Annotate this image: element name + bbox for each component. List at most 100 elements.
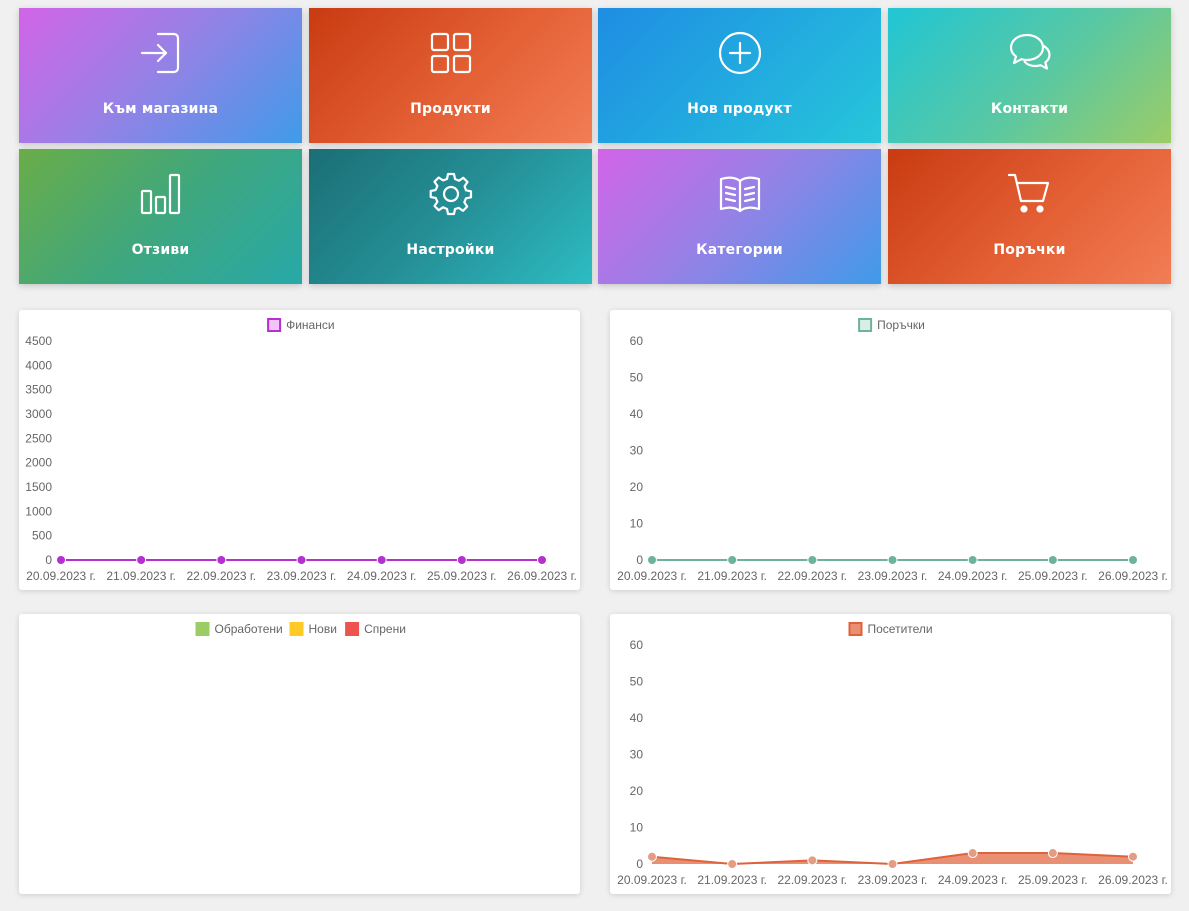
data-point xyxy=(1047,555,1058,565)
x-tick-label: 24.09.2023 г. xyxy=(938,569,1008,583)
x-tick-label: 23.09.2023 г. xyxy=(858,569,928,583)
tile-products[interactable]: Продукти xyxy=(309,8,592,143)
data-point xyxy=(647,555,657,565)
y-tick-label: 60 xyxy=(630,638,644,652)
data-point xyxy=(376,555,387,565)
data-point xyxy=(647,851,657,862)
tile-orders[interactable]: Поръчки xyxy=(888,149,1171,284)
gear-icon xyxy=(428,171,474,217)
tile-label: Контакти xyxy=(990,101,1069,117)
x-tick-label: 21.09.2023 г. xyxy=(697,873,767,887)
tile-label: Продукти xyxy=(410,101,491,117)
y-tick-label: 3500 xyxy=(25,383,52,397)
tile-reviews[interactable]: Отзиви xyxy=(19,149,302,284)
tile-categories[interactable]: Категории xyxy=(598,149,881,284)
tile-contacts[interactable]: Контакти xyxy=(888,8,1171,143)
data-point xyxy=(967,555,978,565)
y-tick-label: 2500 xyxy=(25,431,52,445)
legend-swatch xyxy=(267,318,282,332)
data-point xyxy=(727,859,738,869)
x-tick-label: 25.09.2023 г. xyxy=(1018,569,1088,583)
x-tick-label: 20.09.2023 г. xyxy=(617,569,687,583)
tile-to-store[interactable]: Към магазина xyxy=(19,8,302,143)
y-tick-label: 10 xyxy=(630,821,644,835)
y-tick-label: 2000 xyxy=(25,456,52,470)
x-tick-label: 26.09.2023 г. xyxy=(507,569,577,583)
tile-label: Нов продукт xyxy=(687,101,792,117)
y-tick-label: 20 xyxy=(630,784,644,798)
data-point xyxy=(807,855,818,866)
data-point xyxy=(296,555,307,565)
legend-swatch xyxy=(289,622,304,636)
visitors-chart: Посетители 0 10 20 30 40 50 60 20.09.2023 г. 21.0… xyxy=(617,622,1168,887)
data-point xyxy=(887,859,898,869)
x-tick-label: 25.09.2023 г. xyxy=(1018,873,1088,887)
visitors-chart-card: Посетители 0 10 20 30 40 50 60 20.09.2023 г. 21.0… xyxy=(610,614,1171,894)
y-tick-label: 0 xyxy=(45,553,52,567)
y-tick-label: 50 xyxy=(630,675,644,689)
x-tick-label: 21.09.2023 г. xyxy=(106,569,176,583)
data-point xyxy=(967,848,978,859)
y-tick-label: 3000 xyxy=(25,407,52,421)
legend-label: Нови xyxy=(309,622,337,636)
tile-label: Поръчки xyxy=(993,242,1066,258)
legend-swatch xyxy=(848,622,863,636)
grid-icon xyxy=(428,30,474,76)
legend-label: Обработени xyxy=(215,622,283,636)
y-tick-label: 30 xyxy=(630,748,644,762)
tile-label: Отзиви xyxy=(131,242,190,258)
x-tick-label: 22.09.2023 г. xyxy=(187,569,257,583)
x-tick-label: 24.09.2023 г. xyxy=(938,873,1008,887)
data-point xyxy=(537,555,547,565)
legend-label: Финанси xyxy=(286,318,334,332)
orders-chart-card: Поръчки 0 10 20 30 40 50 60 20.09.2023 г. 21.09.2… xyxy=(610,310,1171,590)
tile-label: Настройки xyxy=(406,242,495,258)
order-status-chart: Обработени Нови Спрени xyxy=(195,622,406,636)
x-tick-label: 23.09.2023 г. xyxy=(858,873,928,887)
x-tick-label: 20.09.2023 г. xyxy=(26,569,96,583)
y-tick-label: 60 xyxy=(630,334,644,348)
legend-label: Спрени xyxy=(364,622,406,636)
data-point xyxy=(136,555,147,565)
x-tick-label: 20.09.2023 г. xyxy=(617,873,687,887)
x-tick-label: 24.09.2023 г. xyxy=(347,569,417,583)
y-tick-label: 0 xyxy=(636,857,643,871)
data-point xyxy=(727,555,738,565)
shopping-cart-icon xyxy=(1007,171,1053,217)
y-tick-label: 40 xyxy=(630,711,644,725)
y-tick-label: 0 xyxy=(636,553,643,567)
bar-chart-icon xyxy=(138,171,184,217)
finance-chart: Финанси 0 500 1000 1500 2000 2500 3000 3500 4000 4… xyxy=(25,318,577,583)
tile-new-product[interactable]: Нов продукт xyxy=(598,8,881,143)
x-tick-label: 25.09.2023 г. xyxy=(427,569,497,583)
y-tick-label: 4500 xyxy=(25,334,52,348)
tile-label: Категории xyxy=(696,242,783,258)
plus-circle-icon xyxy=(717,30,763,76)
data-point xyxy=(1047,848,1058,859)
y-tick-label: 1500 xyxy=(25,480,52,494)
x-tick-label: 26.09.2023 г. xyxy=(1098,873,1168,887)
y-tick-label: 1000 xyxy=(25,504,52,518)
data-point xyxy=(1128,555,1138,565)
open-book-icon xyxy=(717,171,763,217)
y-tick-label: 30 xyxy=(630,444,644,458)
data-point xyxy=(807,555,818,565)
legend-swatch xyxy=(195,622,210,636)
data-point xyxy=(1128,851,1138,862)
x-tick-label: 26.09.2023 г. xyxy=(1098,569,1168,583)
data-point xyxy=(887,555,898,565)
legend-swatch xyxy=(858,318,873,332)
legend-swatch xyxy=(345,622,360,636)
data-point xyxy=(456,555,467,565)
x-tick-label: 23.09.2023 г. xyxy=(267,569,337,583)
chat-bubbles-icon xyxy=(1007,30,1053,76)
tile-label: Към магазина xyxy=(102,101,219,117)
orders-chart: Поръчки 0 10 20 30 40 50 60 20.09.2023 г. 21.09.2… xyxy=(617,318,1168,583)
tile-settings[interactable]: Настройки xyxy=(309,149,592,284)
y-tick-label: 4000 xyxy=(25,358,52,372)
data-point xyxy=(216,555,227,565)
y-tick-label: 20 xyxy=(630,480,644,494)
sign-in-icon xyxy=(138,30,184,76)
legend-label: Посетители xyxy=(868,622,933,636)
data-point xyxy=(56,555,66,565)
